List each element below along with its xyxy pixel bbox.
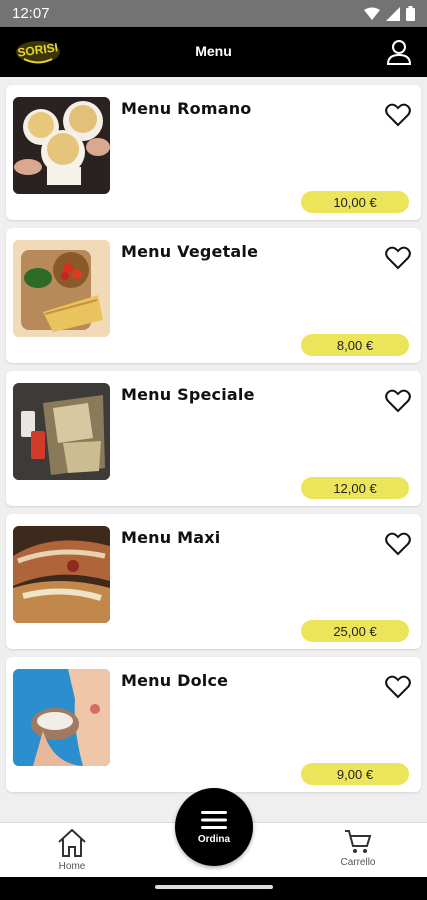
wifi-icon xyxy=(364,7,380,20)
price-badge: 25,00 € xyxy=(301,620,409,642)
order-button[interactable]: Ordina xyxy=(175,788,253,866)
price-badge: 12,00 € xyxy=(301,477,409,499)
menu-image-maxi xyxy=(13,526,110,623)
nav-home[interactable]: Home xyxy=(32,827,112,872)
menu-image-vegetale xyxy=(13,240,110,337)
menu-name: Menu Romano xyxy=(121,99,252,118)
heart-icon[interactable] xyxy=(385,389,411,413)
menu-image-speciale xyxy=(13,383,110,480)
profile-icon[interactable] xyxy=(385,38,413,66)
status-icons xyxy=(364,6,415,21)
gesture-area xyxy=(0,877,427,900)
nav-cart-label: Carrello xyxy=(340,857,376,868)
menu-card-romano[interactable]: Menu Romano 10,00 € xyxy=(6,85,421,220)
signal-icon xyxy=(386,6,400,21)
order-label: Ordina xyxy=(197,833,231,845)
menu-card-speciale[interactable]: Menu Speciale 12,00 € xyxy=(6,371,421,506)
gesture-handle[interactable] xyxy=(155,885,273,889)
app-header: SORISI Menu xyxy=(0,27,427,77)
nav-home-label: Home xyxy=(58,861,86,872)
nav-cart[interactable]: Carrello xyxy=(318,829,398,868)
heart-icon[interactable] xyxy=(385,532,411,556)
status-time: 12:07 xyxy=(12,5,50,22)
price-badge: 9,00 € xyxy=(301,763,409,785)
heart-icon[interactable] xyxy=(385,246,411,270)
heart-icon[interactable] xyxy=(385,103,411,127)
home-icon xyxy=(58,828,86,857)
status-bar: 12:07 xyxy=(0,0,427,27)
cart-icon xyxy=(345,830,372,853)
price-badge: 8,00 € xyxy=(301,334,409,356)
price-badge: 10,00 € xyxy=(301,191,409,213)
menu-name: Menu Dolce xyxy=(121,671,229,690)
menu-image-romano xyxy=(13,97,110,194)
menu-icon xyxy=(201,810,227,829)
menu-list[interactable]: Menu Romano 10,00 € Menu Vegetale 8,00 € xyxy=(0,77,427,822)
heart-icon[interactable] xyxy=(385,675,411,699)
menu-name: Menu Vegetale xyxy=(121,242,259,261)
menu-card-vegetale[interactable]: Menu Vegetale 8,00 € xyxy=(6,228,421,363)
menu-card-maxi[interactable]: Menu Maxi 25,00 € xyxy=(6,514,421,649)
menu-card-dolce[interactable]: Menu Dolce 9,00 € xyxy=(6,657,421,792)
battery-icon xyxy=(406,6,415,21)
menu-name: Menu Maxi xyxy=(121,528,221,547)
menu-image-dolce xyxy=(13,669,110,766)
page-title: Menu xyxy=(195,43,232,59)
menu-name: Menu Speciale xyxy=(121,385,255,404)
